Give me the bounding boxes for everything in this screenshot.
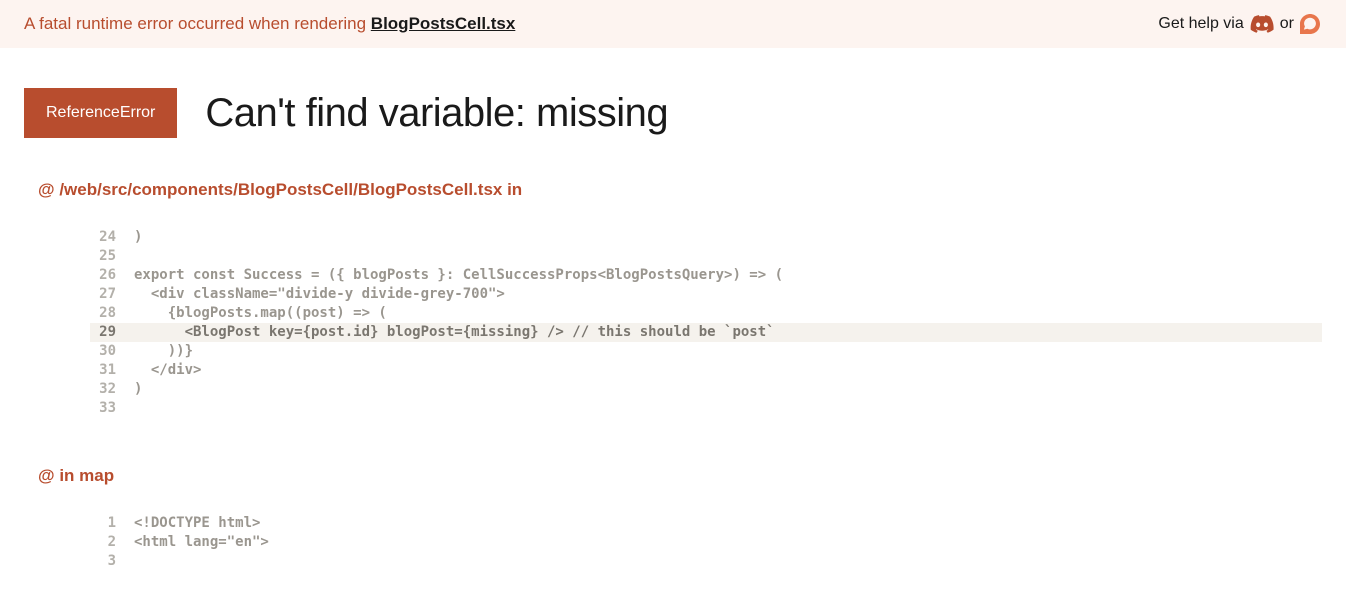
line-number: 33 (90, 399, 134, 418)
line-code (134, 247, 1322, 266)
error-summary: A fatal runtime error occurred when rend… (24, 14, 515, 34)
line-number: 3 (90, 552, 134, 571)
line-number: 32 (90, 380, 134, 399)
line-code: export const Success = ({ blogPosts }: C… (134, 266, 1322, 285)
line-code: ) (134, 380, 1322, 399)
line-code: {blogPosts.map((post) => ( (134, 304, 1322, 323)
error-type-badge: ReferenceError (24, 88, 177, 138)
line-number: 30 (90, 342, 134, 361)
code-snippet: 24)2526export const Success = ({ blogPos… (90, 228, 1322, 418)
code-line: 24) (90, 228, 1322, 247)
stack-frame: @ /web/src/components/BlogPostsCell/Blog… (24, 180, 1322, 418)
code-line: 2<html lang="en"> (90, 533, 1322, 552)
code-line: 28 {blogPosts.map((post) => ( (90, 304, 1322, 323)
code-line-highlighted: 29 <BlogPost key={post.id} blogPost={mis… (90, 323, 1322, 342)
code-snippet: 1<!DOCTYPE html>2<html lang="en">3 (90, 514, 1322, 571)
line-code: <!DOCTYPE html> (134, 514, 1322, 533)
stack-suffix: in map (59, 466, 114, 485)
stack-at-symbol: @ (38, 180, 59, 199)
line-code: ))} (134, 342, 1322, 361)
error-title-row: ReferenceError Can't find variable: miss… (24, 88, 1322, 138)
discord-icon[interactable] (1250, 15, 1274, 33)
line-number: 28 (90, 304, 134, 323)
line-code: <BlogPost key={post.id} blogPost={missin… (134, 323, 1322, 342)
line-number: 29 (90, 323, 134, 342)
code-line: 25 (90, 247, 1322, 266)
code-line: 33 (90, 399, 1322, 418)
error-prefix-text: A fatal runtime error occurred when rend… (24, 14, 371, 33)
line-code: <div className="divide-y divide-grey-700… (134, 285, 1322, 304)
help-or-text: or (1280, 15, 1294, 33)
help-prefix-text: Get help via (1158, 15, 1243, 33)
line-code: </div> (134, 361, 1322, 380)
stack-frame-location: @ in map (38, 466, 1322, 486)
line-number: 25 (90, 247, 134, 266)
stack-suffix: in (502, 180, 522, 199)
stack-frame-location: @ /web/src/components/BlogPostsCell/Blog… (38, 180, 1322, 200)
error-header-bar: A fatal runtime error occurred when rend… (0, 0, 1346, 48)
line-number: 2 (90, 533, 134, 552)
stack-frame: @ in map 1<!DOCTYPE html>2<html lang="en"… (24, 466, 1322, 571)
error-message: Can't find variable: missing (205, 91, 668, 136)
help-links: Get help via or (1158, 14, 1322, 34)
line-code: <html lang="en"> (134, 533, 1322, 552)
code-line: 26export const Success = ({ blogPosts }:… (90, 266, 1322, 285)
line-number: 31 (90, 361, 134, 380)
error-content: ReferenceError Can't find variable: miss… (0, 48, 1346, 571)
line-code (134, 399, 1322, 418)
code-line: 1<!DOCTYPE html> (90, 514, 1322, 533)
line-code (134, 552, 1322, 571)
discourse-icon[interactable] (1300, 14, 1320, 34)
stack-file-path: /web/src/components/BlogPostsCell/BlogPo… (59, 180, 502, 199)
line-number: 24 (90, 228, 134, 247)
line-code: ) (134, 228, 1322, 247)
line-number: 1 (90, 514, 134, 533)
error-filename-link[interactable]: BlogPostsCell.tsx (371, 14, 516, 33)
stack-at-symbol: @ (38, 466, 59, 485)
code-line: 3 (90, 552, 1322, 571)
code-line: 31 </div> (90, 361, 1322, 380)
line-number: 26 (90, 266, 134, 285)
line-number: 27 (90, 285, 134, 304)
code-line: 30 ))} (90, 342, 1322, 361)
code-line: 32) (90, 380, 1322, 399)
code-line: 27 <div className="divide-y divide-grey-… (90, 285, 1322, 304)
